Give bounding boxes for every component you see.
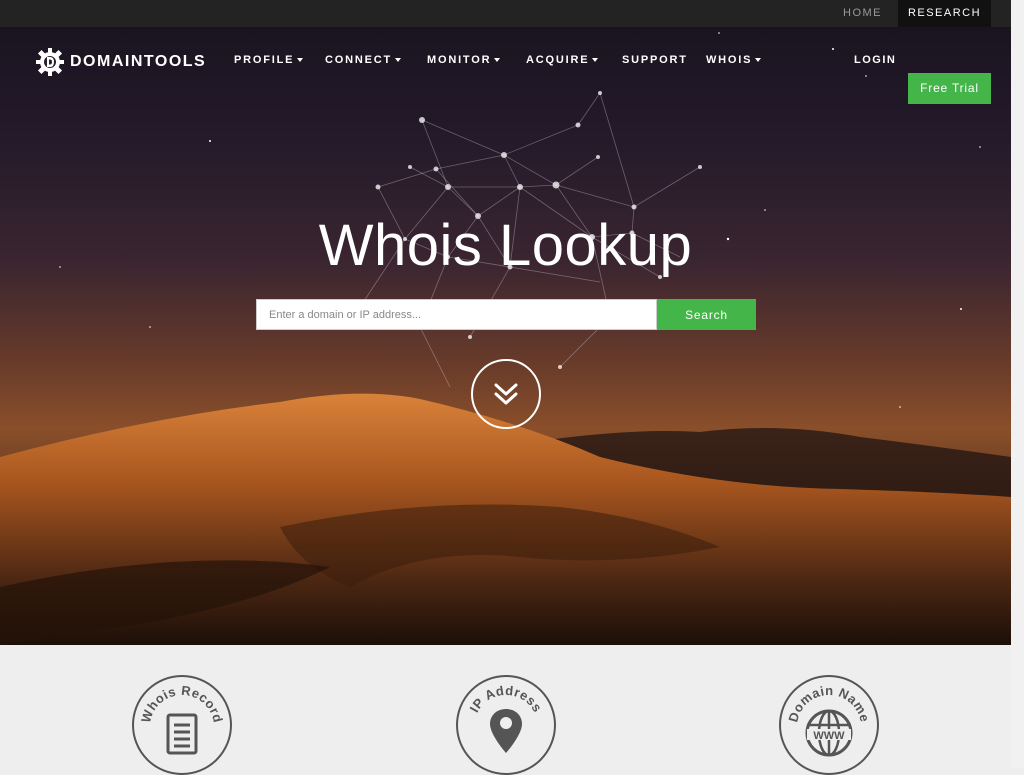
nav-label: WHOIS <box>706 54 753 66</box>
nav-support[interactable]: SUPPORT <box>622 54 688 66</box>
login-link[interactable]: LOGIN <box>854 54 896 66</box>
brand-name: DOMAINTOOLS <box>70 53 207 70</box>
nav-label: CONNECT <box>325 54 392 66</box>
svg-text:Whois Record: Whois Record <box>138 683 226 725</box>
nav-label: ACQUIRE <box>526 54 590 66</box>
desert-night-background <box>0 32 1011 645</box>
domain-name-badge[interactable]: Domain Name WWW <box>779 675 879 775</box>
nav-monitor[interactable]: MONITOR <box>427 54 501 66</box>
scroll-down-button[interactable] <box>471 359 541 429</box>
caret-down-icon <box>395 58 401 63</box>
badge-label: Whois Record <box>138 683 225 725</box>
double-chevron-down-icon <box>494 383 518 405</box>
hero-section <box>0 27 1011 645</box>
nav-label: SUPPORT <box>622 54 688 66</box>
top-link-research[interactable]: RESEARCH <box>898 0 991 27</box>
top-link-home[interactable]: HOME <box>843 0 882 27</box>
features-section: Whois Record IP Address Domain Name WWW <box>0 645 1011 775</box>
nav-label: MONITOR <box>427 54 492 66</box>
nav-whois[interactable]: WHOIS <box>706 54 762 66</box>
nav-label: PROFILE <box>234 54 295 66</box>
caret-down-icon <box>592 58 599 63</box>
free-trial-button[interactable]: Free Trial <box>908 73 991 104</box>
map-pin-icon <box>490 709 522 753</box>
top-bar: HOME RESEARCH <box>0 0 1011 27</box>
domaintools-gear-logo-icon <box>36 48 64 76</box>
caret-down-icon <box>297 58 304 63</box>
nav-connect[interactable]: CONNECT <box>325 54 401 66</box>
page-title: Whois Lookup <box>318 213 693 278</box>
domain-search-input[interactable] <box>256 299 657 330</box>
globe-www-icon: WWW <box>805 709 853 757</box>
whois-record-badge[interactable]: Whois Record <box>132 675 232 775</box>
ip-address-badge[interactable]: IP Address <box>456 675 556 775</box>
document-icon <box>166 713 198 755</box>
caret-down-icon <box>494 58 501 63</box>
search-button[interactable]: Search <box>657 299 756 330</box>
nav-profile[interactable]: PROFILE <box>234 54 304 66</box>
nav-acquire[interactable]: ACQUIRE <box>526 54 599 66</box>
brand-logo[interactable]: DOMAINTOOLS <box>36 48 206 76</box>
page-scrollbar[interactable] <box>1011 0 1024 768</box>
caret-down-icon <box>755 58 762 63</box>
svg-text:WWW: WWW <box>813 730 845 742</box>
